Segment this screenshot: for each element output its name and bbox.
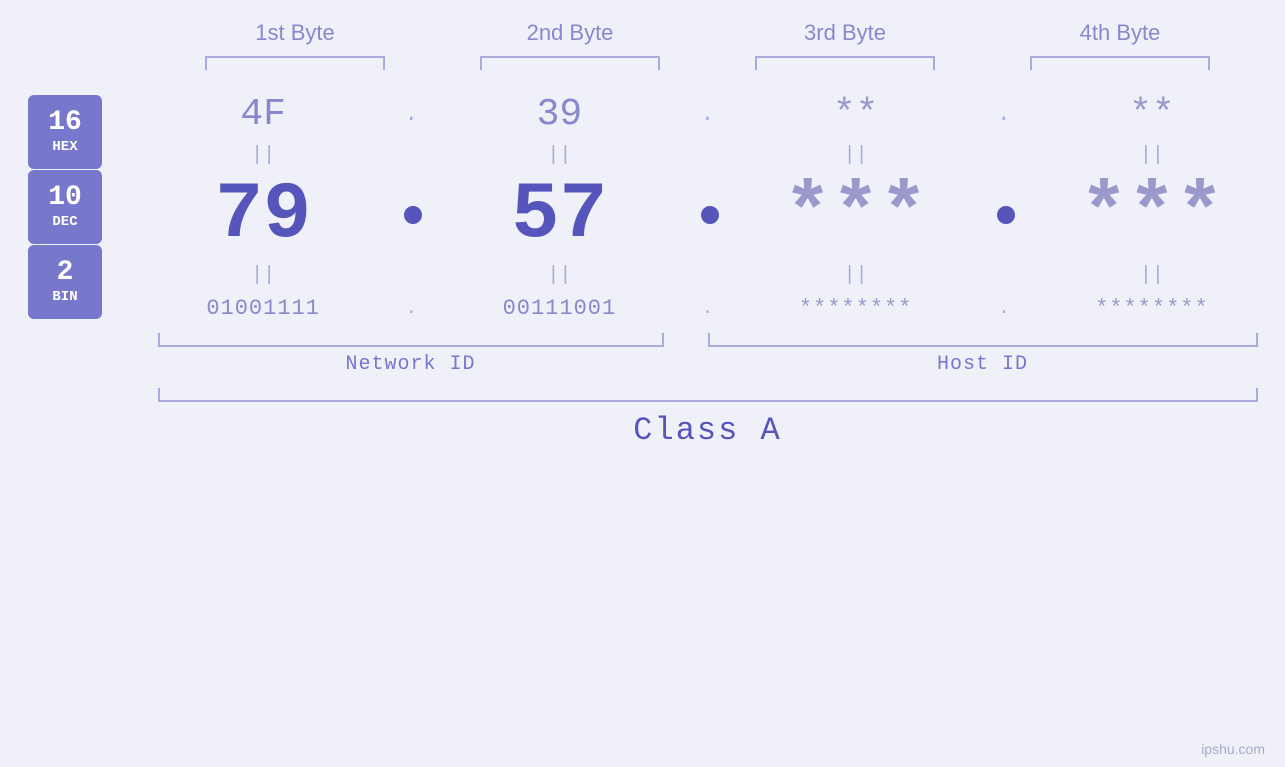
- id-labels: Network ID Host ID: [158, 353, 1258, 376]
- left-labels: 16 HEX 10 DEC 2 BIN: [0, 85, 130, 329]
- hex-cell-1: 4F: [130, 93, 396, 136]
- eq1-1: ||: [130, 146, 396, 166]
- dec-dot-1: [396, 201, 426, 232]
- dec-label: DEC: [52, 214, 77, 230]
- big-dot-1: [404, 206, 422, 224]
- class-bracket: [158, 388, 1258, 402]
- dec-cell-2: 57: [426, 176, 692, 256]
- dec-row: 79 57 *** ***: [130, 168, 1285, 264]
- big-dot-2: [701, 206, 719, 224]
- host-id-bracket: [708, 333, 1258, 347]
- watermark: ipshu.com: [1201, 741, 1265, 757]
- bin-badge: 2 BIN: [28, 245, 102, 319]
- eq1-4: ||: [1019, 146, 1285, 166]
- bin-dot-3: .: [989, 299, 1019, 319]
- bracket-cell-1: [158, 56, 433, 70]
- bin-dot-2: .: [693, 299, 723, 319]
- hex-dot-2: .: [693, 102, 723, 127]
- byte-header-3: 3rd Byte: [708, 20, 983, 46]
- id-gap: [664, 353, 708, 376]
- dec-val-4: ***: [1080, 170, 1224, 261]
- bin-cell-1: 01001111: [130, 296, 396, 321]
- bottom-brackets: [158, 333, 1258, 347]
- hex-row: 4F . 39 . ** . **: [130, 85, 1285, 144]
- hex-val-4: **: [1129, 93, 1175, 136]
- hex-badge: 16 HEX: [28, 95, 102, 169]
- hex-cell-3: **: [723, 93, 989, 136]
- hex-cell-2: 39: [426, 93, 692, 136]
- eq2-4: ||: [1019, 266, 1285, 286]
- dec-val-1: 79: [215, 170, 311, 261]
- big-dot-3: [997, 206, 1015, 224]
- dec-val-2: 57: [511, 170, 607, 261]
- bracket-cell-3: [708, 56, 983, 70]
- equals-row-1: || || || ||: [130, 144, 1285, 168]
- dec-cell-4: ***: [1019, 176, 1285, 256]
- byte-header-2: 2nd Byte: [433, 20, 708, 46]
- network-id-label: Network ID: [158, 353, 664, 376]
- bracket-cell-2: [433, 56, 708, 70]
- top-brackets: [158, 56, 1258, 70]
- byte-headers-row: 1st Byte 2nd Byte 3rd Byte 4th Byte: [158, 20, 1258, 46]
- host-id-label: Host ID: [708, 353, 1258, 376]
- hex-dot-1: .: [396, 102, 426, 127]
- bottom-section: Network ID Host ID Class A: [158, 333, 1258, 449]
- bin-dot-1: .: [396, 299, 426, 319]
- bin-val-3: ********: [799, 296, 913, 321]
- eq2-3: ||: [723, 266, 989, 286]
- eq2-2: ||: [426, 266, 692, 286]
- hex-number: 16: [48, 109, 82, 137]
- bin-cell-3: ********: [723, 296, 989, 321]
- bin-val-4: ********: [1095, 296, 1209, 321]
- byte-header-4: 4th Byte: [983, 20, 1258, 46]
- dec-cell-3: ***: [723, 176, 989, 256]
- byte-header-1: 1st Byte: [158, 20, 433, 46]
- bracket-top-2: [480, 56, 660, 70]
- eq1-2: ||: [426, 146, 692, 166]
- hex-val-3: **: [833, 93, 879, 136]
- bin-cell-4: ********: [1019, 296, 1285, 321]
- bin-row: 01001111 . 00111001 . ******** . *******…: [130, 288, 1285, 329]
- hex-val-2: 39: [537, 93, 583, 136]
- hex-label: HEX: [52, 139, 77, 155]
- hex-val-1: 4F: [240, 93, 286, 136]
- hex-cell-4: **: [1019, 93, 1285, 136]
- bin-label: BIN: [52, 289, 77, 305]
- bin-cell-2: 00111001: [426, 296, 692, 321]
- bin-number: 2: [57, 259, 74, 287]
- content-area: 16 HEX 10 DEC 2 BIN 4F . 39: [0, 85, 1285, 329]
- bracket-top-3: [755, 56, 935, 70]
- dec-cell-1: 79: [130, 176, 396, 256]
- dec-dot-2: [693, 201, 723, 232]
- network-id-bracket: [158, 333, 664, 347]
- right-content: 4F . 39 . ** . ** || ||: [130, 85, 1285, 329]
- dec-dot-3: [989, 201, 1019, 232]
- dec-number: 10: [48, 184, 82, 212]
- bin-val-1: 01001111: [206, 296, 320, 321]
- class-label: Class A: [158, 412, 1258, 449]
- bracket-top-1: [205, 56, 385, 70]
- eq2-1: ||: [130, 266, 396, 286]
- dec-badge: 10 DEC: [28, 170, 102, 244]
- eq1-3: ||: [723, 146, 989, 166]
- equals-row-2: || || || ||: [130, 264, 1285, 288]
- bracket-top-4: [1030, 56, 1210, 70]
- bracket-cell-4: [983, 56, 1258, 70]
- dec-val-3: ***: [784, 170, 928, 261]
- main-container: 1st Byte 2nd Byte 3rd Byte 4th Byte 16 H…: [0, 0, 1285, 767]
- bin-val-2: 00111001: [503, 296, 617, 321]
- hex-dot-3: .: [989, 102, 1019, 127]
